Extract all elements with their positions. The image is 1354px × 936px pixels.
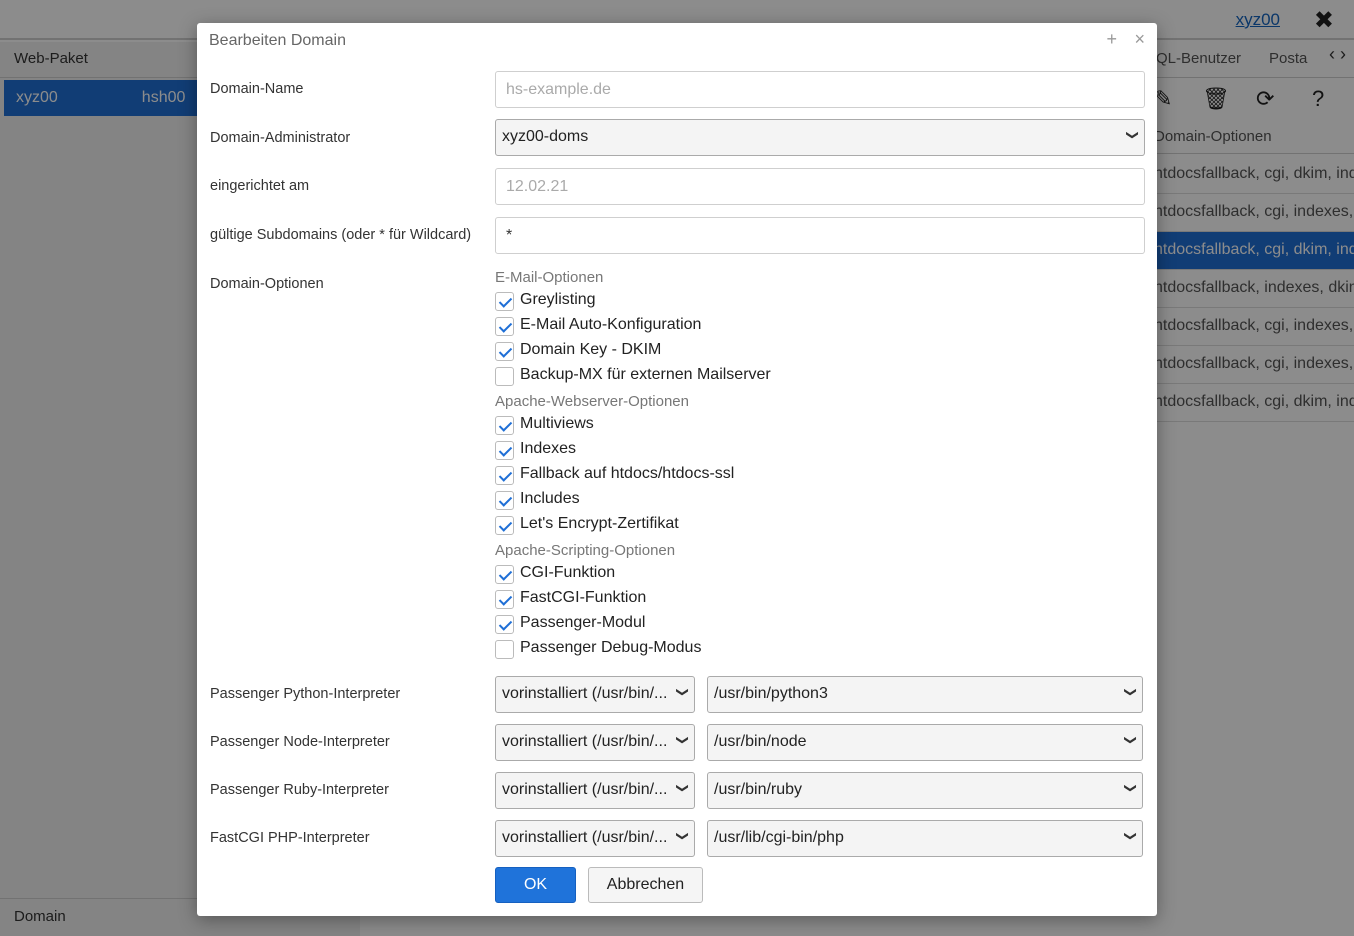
option-checkbox-row[interactable]: E-Mail Auto-Konfiguration — [495, 316, 895, 338]
option-checkbox-row[interactable]: Fallback auf htdocs/htdocs-ssl — [495, 465, 895, 487]
checkbox-label: Fallback auf htdocs/htdocs-ssl — [520, 465, 735, 482]
checkbox-unchecked[interactable] — [495, 367, 514, 386]
checkbox-checked[interactable] — [495, 317, 514, 336]
option-checkbox-row[interactable]: FastCGI-Funktion — [495, 589, 895, 611]
checkbox-checked[interactable] — [495, 416, 514, 435]
chevron-down-icon: ❯ — [675, 734, 690, 746]
option-checkbox-row[interactable]: Multiviews — [495, 415, 895, 437]
edit-domain-dialog: Bearbeiten Domain + × Domain-Name Domain… — [197, 23, 1157, 916]
option-checkbox-row[interactable]: Passenger-Modul — [495, 614, 895, 636]
option-group-title: Apache-Webserver-Optionen — [495, 393, 689, 410]
option-checkbox-row[interactable]: Passenger Debug-Modus — [495, 639, 895, 661]
chevron-down-icon: ❯ — [1123, 686, 1138, 698]
checkbox-checked[interactable] — [495, 441, 514, 460]
interpreter-path-select[interactable]: /usr/bin/ruby ❯ — [707, 772, 1143, 809]
checkbox-label: CGI-Funktion — [520, 564, 616, 581]
option-checkbox-row[interactable]: Indexes — [495, 440, 895, 462]
checkbox-label: Passenger Debug-Modus — [520, 639, 702, 656]
option-checkbox-row[interactable]: Let's Encrypt-Zertifikat — [495, 515, 895, 537]
checkbox-unchecked[interactable] — [495, 640, 514, 659]
domain-admin-select[interactable]: xyz00-doms ❯ — [495, 119, 1145, 156]
checkbox-label: Indexes — [520, 440, 577, 457]
checkbox-checked[interactable] — [495, 292, 514, 311]
checkbox-checked[interactable] — [495, 565, 514, 584]
checkbox-label: Let's Encrypt-Zertifikat — [520, 515, 679, 532]
domain-options-label: Domain-Optionen — [210, 276, 324, 292]
dialog-title: Bearbeiten Domain — [209, 32, 346, 49]
option-checkbox-row[interactable]: CGI-Funktion — [495, 564, 895, 586]
option-checkbox-row[interactable]: Includes — [495, 490, 895, 512]
created-input[interactable] — [495, 168, 1145, 205]
checkbox-checked[interactable] — [495, 516, 514, 535]
interpreter-mode-value: vorinstalliert (/usr/bin/... — [502, 781, 668, 798]
interpreter-label: Passenger Python-Interpreter — [210, 686, 401, 702]
interpreter-path-value: /usr/bin/node — [714, 733, 807, 750]
interpreter-path-select[interactable]: /usr/bin/node ❯ — [707, 724, 1143, 761]
option-checkbox-row[interactable]: Backup-MX für externen Mailserver — [495, 366, 895, 388]
ok-button[interactable]: OK — [495, 867, 576, 903]
chevron-down-icon: ❯ — [1123, 782, 1138, 794]
interpreter-mode-value: vorinstalliert (/usr/bin/... — [502, 829, 668, 846]
checkbox-checked[interactable] — [495, 615, 514, 634]
interpreter-label: Passenger Ruby-Interpreter — [210, 782, 389, 798]
interpreter-path-value: /usr/bin/ruby — [714, 781, 803, 798]
interpreter-mode-select[interactable]: vorinstalliert (/usr/bin/... ❯ — [495, 772, 695, 809]
chevron-down-icon: ❯ — [1125, 129, 1140, 141]
interpreter-mode-select[interactable]: vorinstalliert (/usr/bin/... ❯ — [495, 724, 695, 761]
chevron-down-icon: ❯ — [1123, 830, 1138, 842]
domain-name-label: Domain-Name — [210, 81, 304, 97]
cancel-button[interactable]: Abbrechen — [588, 867, 703, 903]
interpreter-mode-value: vorinstalliert (/usr/bin/... — [502, 685, 668, 702]
interpreter-label: FastCGI PHP-Interpreter — [210, 830, 370, 846]
domain-admin-label: Domain-Administrator — [210, 130, 351, 146]
checkbox-label: Passenger-Modul — [520, 614, 646, 631]
checkbox-checked[interactable] — [495, 590, 514, 609]
option-group-title: E-Mail-Optionen — [495, 269, 604, 286]
checkbox-label: E-Mail Auto-Konfiguration — [520, 316, 702, 333]
checkbox-checked[interactable] — [495, 466, 514, 485]
chevron-down-icon: ❯ — [675, 830, 690, 842]
checkbox-checked[interactable] — [495, 342, 514, 361]
interpreter-path-value: /usr/bin/python3 — [714, 685, 828, 702]
checkbox-label: Domain Key - DKIM — [520, 341, 662, 358]
subdomains-input[interactable] — [495, 217, 1145, 254]
subdomains-label: gültige Subdomains (oder * für Wildcard) — [210, 227, 472, 243]
interpreter-label: Passenger Node-Interpreter — [210, 734, 390, 750]
checkbox-label: Includes — [520, 490, 580, 507]
interpreter-path-select[interactable]: /usr/lib/cgi-bin/php ❯ — [707, 820, 1143, 857]
checkbox-label: Backup-MX für externen Mailserver — [520, 366, 771, 383]
checkbox-label: Multiviews — [520, 415, 594, 432]
checkbox-label: Greylisting — [520, 291, 596, 308]
chevron-down-icon: ❯ — [1123, 734, 1138, 746]
created-label: eingerichtet am — [210, 178, 310, 194]
checkbox-label: FastCGI-Funktion — [520, 589, 647, 606]
chevron-down-icon: ❯ — [675, 686, 690, 698]
maximize-icon[interactable]: + — [1106, 29, 1117, 50]
option-checkbox-row[interactable]: Domain Key - DKIM — [495, 341, 895, 363]
close-icon[interactable]: × — [1134, 29, 1145, 50]
interpreter-path-value: /usr/lib/cgi-bin/php — [714, 829, 844, 846]
interpreter-mode-select[interactable]: vorinstalliert (/usr/bin/... ❯ — [495, 676, 695, 713]
option-checkbox-row[interactable]: Greylisting — [495, 291, 895, 313]
domain-admin-value: xyz00-doms — [502, 128, 589, 145]
chevron-down-icon: ❯ — [675, 782, 690, 794]
domain-name-input[interactable] — [495, 71, 1145, 108]
interpreter-mode-select[interactable]: vorinstalliert (/usr/bin/... ❯ — [495, 820, 695, 857]
interpreter-mode-value: vorinstalliert (/usr/bin/... — [502, 733, 668, 750]
option-group-title: Apache-Scripting-Optionen — [495, 542, 676, 559]
interpreter-path-select[interactable]: /usr/bin/python3 ❯ — [707, 676, 1143, 713]
checkbox-checked[interactable] — [495, 491, 514, 510]
